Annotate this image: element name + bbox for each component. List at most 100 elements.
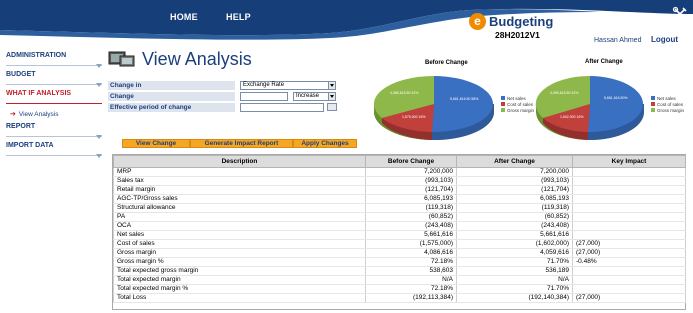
change-in-label: Change in — [108, 81, 235, 90]
table-row: Cost of sales (1,575,000) (1,602,000) (27,0… — [113, 239, 686, 249]
direction-select[interactable]: Increase — [293, 92, 336, 101]
divider — [6, 65, 102, 66]
cell-description: Retail margin — [113, 185, 366, 195]
cell-before-change: 6,085,193 — [365, 194, 457, 204]
legend-swatch — [501, 102, 505, 106]
view-change-button[interactable]: View Change — [122, 139, 190, 148]
sidebar-item-report[interactable]: REPORT — [6, 121, 102, 140]
sidebar-subitem-label: View Analysis — [18, 110, 59, 118]
cell-key-impact — [572, 185, 686, 195]
header-description: Description — [113, 155, 366, 168]
cell-after-change: (1,602,000) — [456, 239, 573, 249]
slice-label: 4,086,616.50 42% — [390, 91, 418, 95]
header-before-change: Before Change — [365, 155, 457, 168]
cell-after-change: (192,140,384) — [456, 293, 573, 303]
cell-description: Total Loss — [113, 293, 366, 303]
table-row: OCA (243,408) (243,408) — [113, 221, 686, 231]
calendar-icon[interactable] — [327, 103, 337, 111]
user-name: Hassan Ahmed — [594, 37, 642, 44]
legend-label: Gross margin — [507, 107, 535, 113]
nav-home-link[interactable]: HOME — [170, 12, 198, 22]
slice-label: 1,575,000 16% — [402, 115, 426, 119]
sidebar-item-label: ADMINISTRATION — [6, 52, 67, 59]
table-row: Structural allowance (119,318) (119,318) — [113, 203, 686, 213]
chevron-down-icon — [96, 135, 102, 139]
cell-key-impact — [572, 221, 686, 231]
generate-impact-report-button[interactable]: Generate Impact Report — [190, 139, 293, 148]
divider — [6, 136, 102, 137]
nav-help-link[interactable]: HELP — [226, 12, 251, 22]
cell-after-change: 536,189 — [456, 266, 573, 276]
change-input[interactable] — [240, 92, 288, 101]
divider — [6, 84, 102, 85]
divider — [6, 103, 102, 104]
table-body: MRP 7,200,000 7,200,000 Sales tax (993,103)(… — [113, 167, 686, 303]
cell-description: OCA — [113, 221, 366, 231]
divider — [6, 155, 102, 156]
cell-after-change: 4,059,616 — [456, 248, 573, 258]
period-label: Effective period of change — [108, 103, 235, 112]
cell-before-change: (993,103) — [365, 176, 457, 186]
cell-after-change: N/A — [456, 275, 573, 285]
cell-key-impact: -0.48% — [572, 257, 686, 267]
sidebar-item-import-data[interactable]: IMPORT DATA — [6, 140, 102, 159]
sidebar-item-label: WHAT IF ANALYSIS — [6, 90, 72, 97]
cell-before-change: 5,661,616 — [365, 230, 457, 240]
sidebar-item-label: IMPORT DATA — [6, 142, 54, 149]
table-row: Total expected gross margin 538,603 536,18… — [113, 266, 686, 276]
legend-swatch — [501, 96, 505, 100]
apply-changes-button[interactable]: Apply Changes — [293, 139, 357, 148]
cell-description: Total expected margin % — [113, 284, 366, 294]
app-logo: e Budgeting — [469, 11, 553, 31]
chart-title-after: After Change — [585, 59, 623, 65]
header: HOME HELP e Budgeting 28H2012V1 Hassan A… — [0, 0, 693, 46]
legend-label: Gross margin — [657, 107, 685, 113]
legend-label: Net sales — [657, 95, 676, 101]
pie-chart-after: 5,661,616.50% 1,602,000 16% 4,059,616.50… — [535, 75, 644, 141]
cell-after-change: (993,103) — [456, 176, 573, 186]
arrow-right-icon: ➔ — [10, 111, 16, 118]
impact-table-container: Description Before Change After Change K… — [112, 154, 686, 310]
table-row: Net sales 5,661,616 5,661,616 — [113, 230, 686, 240]
cell-before-change: 4,086,616 — [365, 248, 457, 258]
table-row: Retail margin (121,704) (121,704) — [113, 185, 686, 195]
cell-before-change: (1,575,000) — [365, 239, 457, 249]
cell-key-impact — [572, 194, 686, 204]
tools-icon[interactable] — [672, 6, 688, 22]
cell-before-change: (119,318) — [365, 203, 457, 213]
header-after-change: After Change — [456, 155, 573, 168]
slice-label: 5,661,616.50% — [604, 96, 628, 100]
cell-key-impact — [572, 266, 686, 276]
cell-after-change: 71.70% — [456, 284, 573, 294]
pie-chart-before: 5,661,616.50 58% 1,575,000 16% 4,086,616… — [373, 75, 494, 141]
sidebar-subitem-view-analysis[interactable]: ➔ View Analysis — [6, 107, 102, 121]
chevron-down-icon — [328, 93, 335, 100]
cell-before-change: (60,852) — [365, 212, 457, 222]
table-row: Sales tax (993,103) (993,103) — [113, 176, 686, 186]
sidebar-item-what-if-analysis[interactable]: WHAT IF ANALYSIS — [6, 88, 102, 107]
table-header-row: Description Before Change After Change K… — [113, 155, 686, 168]
change-in-select[interactable]: Exchange Rate — [240, 81, 336, 90]
page-title: View Analysis — [142, 49, 252, 69]
logo-letter: e — [469, 12, 486, 30]
chevron-down-icon — [96, 64, 102, 68]
cell-before-change: (192,113,384) — [365, 293, 457, 303]
cell-description: Gross margin — [113, 248, 366, 258]
period-input[interactable] — [240, 103, 324, 112]
change-label: Change — [108, 92, 235, 101]
slice-label: 5,661,616.50 58% — [450, 97, 478, 101]
change-in-value: Exchange Rate — [243, 82, 285, 88]
sidebar-item-budget[interactable]: BUDGET — [6, 69, 102, 88]
sidebar-item-administration[interactable]: ADMINISTRATION — [6, 50, 102, 69]
cell-description: Sales tax — [113, 176, 366, 186]
cell-key-impact — [572, 176, 686, 186]
logout-link[interactable]: Logout — [651, 35, 678, 44]
cell-before-change: 7,200,000 — [365, 167, 457, 177]
cell-before-change: 72.18% — [365, 257, 457, 267]
chevron-down-icon — [328, 82, 335, 89]
table-row: Gross margin 4,086,616 4,059,616 (27,000) — [113, 248, 686, 258]
cell-after-change: (121,704) — [456, 185, 573, 195]
cell-before-change: 72.18% — [365, 284, 457, 294]
header-banner — [0, 0, 693, 40]
cell-key-impact — [572, 203, 686, 213]
